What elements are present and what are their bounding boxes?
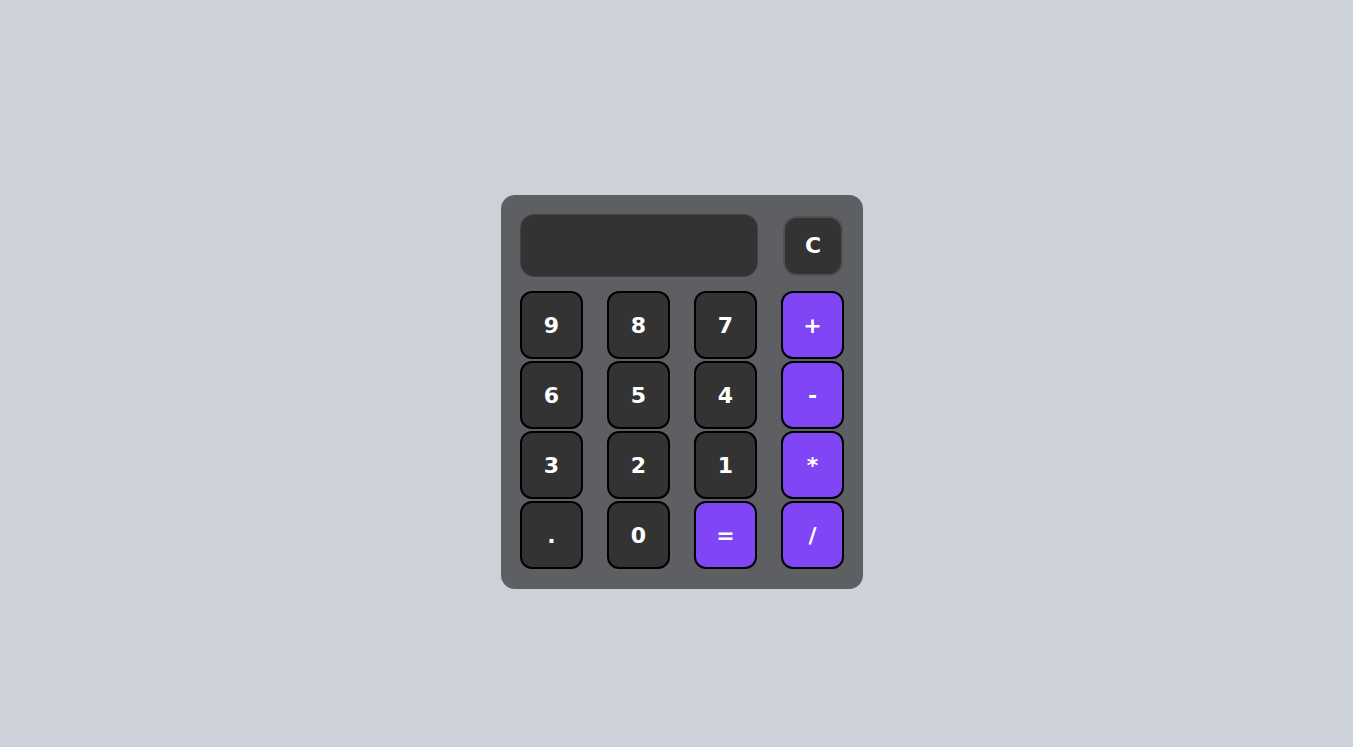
digit-key[interactable]: 8 xyxy=(607,291,670,359)
keypad: 987 +654- 321 *. 0 = / xyxy=(520,291,844,569)
digit-key[interactable]: 5 xyxy=(607,361,670,429)
digit-key[interactable]: 0 xyxy=(607,501,670,569)
digit-key[interactable]: 6 xyxy=(520,361,583,429)
operator-key[interactable]: + xyxy=(781,291,844,359)
digit-key[interactable]: 3 xyxy=(520,431,583,499)
digit-key[interactable]: 7 xyxy=(694,291,757,359)
operator-key[interactable]: / xyxy=(781,501,844,569)
digit-key[interactable]: 1 xyxy=(694,431,757,499)
digit-key[interactable]: . xyxy=(520,501,583,569)
operator-key[interactable]: * xyxy=(781,431,844,499)
digit-key[interactable]: 2 xyxy=(607,431,670,499)
calculator: C 987 +654- 321 *. 0 = / xyxy=(501,195,863,589)
top-row: C xyxy=(520,214,844,277)
display xyxy=(520,214,758,277)
operator-key[interactable]: - xyxy=(781,361,844,429)
clear-button[interactable]: C xyxy=(783,216,843,276)
page-background: C 987 +654- 321 *. 0 = / xyxy=(0,0,1353,747)
operator-key[interactable]: = xyxy=(694,501,757,569)
digit-key[interactable]: 9 xyxy=(520,291,583,359)
digit-key[interactable]: 4 xyxy=(694,361,757,429)
